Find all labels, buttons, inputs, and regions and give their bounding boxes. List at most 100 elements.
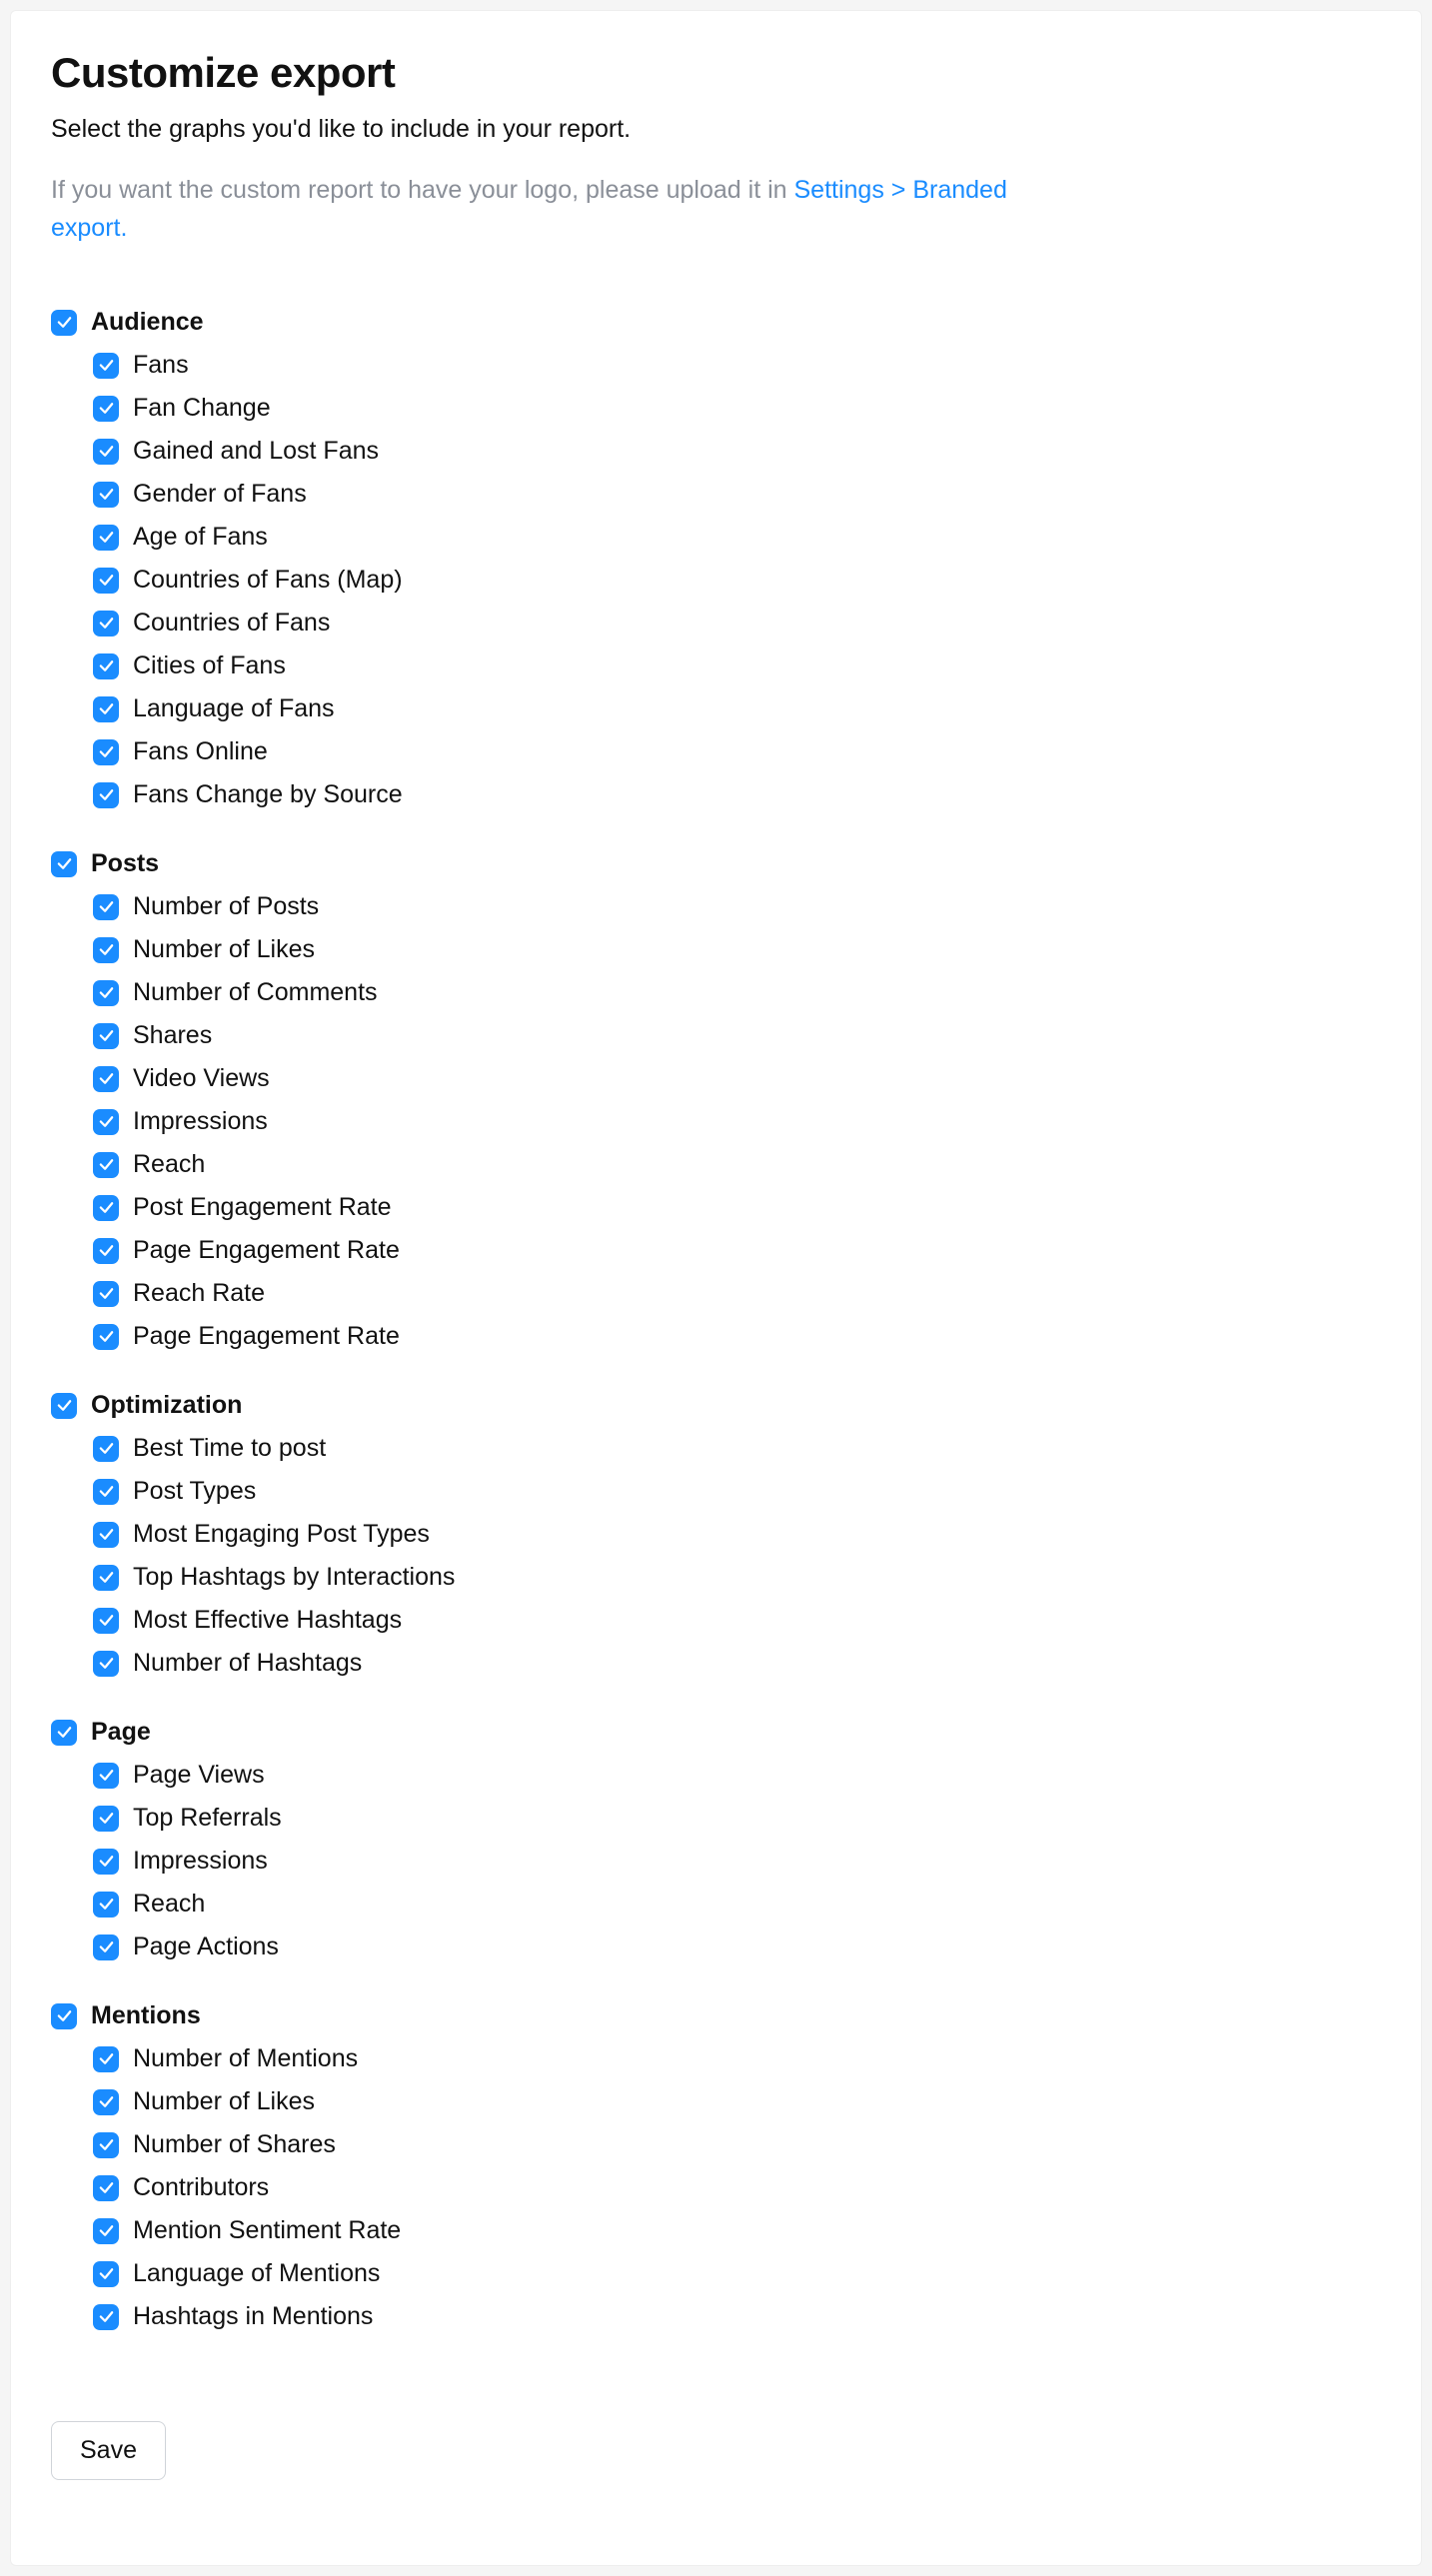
item-checkbox-impressions[interactable] <box>93 1109 119 1135</box>
item-checkbox-mention-sentiment-rate[interactable] <box>93 2218 119 2244</box>
item-label: Number of Likes <box>133 2087 315 2116</box>
item-checkbox-countries-of-fans[interactable] <box>93 611 119 637</box>
item-checkbox-number-of-shares[interactable] <box>93 2132 119 2158</box>
group-title: Mentions <box>91 2001 201 2030</box>
item-label: Most Effective Hashtags <box>133 1606 402 1635</box>
item-label: Page Engagement Rate <box>133 1322 400 1351</box>
save-button[interactable]: Save <box>51 2421 166 2480</box>
check-icon <box>98 2265 115 2282</box>
item-label: Gender of Fans <box>133 480 307 509</box>
group-checkbox-audience[interactable] <box>51 310 77 336</box>
item-checkbox-contributors[interactable] <box>93 2175 119 2201</box>
check-icon <box>98 984 115 1001</box>
item-checkbox-number-of-hashtags[interactable] <box>93 1651 119 1677</box>
item-checkbox-number-of-comments[interactable] <box>93 980 119 1006</box>
item-checkbox-language-of-mentions[interactable] <box>93 2261 119 2287</box>
item-label: Number of Shares <box>133 2130 336 2159</box>
check-icon <box>98 2308 115 2325</box>
item-checkbox-post-engagement-rate[interactable] <box>93 1195 119 1221</box>
item-label: Reach <box>133 1890 205 1919</box>
item-checkbox-top-referrals[interactable] <box>93 1806 119 1832</box>
item-checkbox-fans-online[interactable] <box>93 739 119 765</box>
item-label: Countries of Fans (Map) <box>133 566 403 595</box>
group-checkbox-page[interactable] <box>51 1720 77 1746</box>
group-header: Audience <box>51 308 1381 337</box>
list-item: Reach <box>93 1890 1381 1919</box>
check-icon <box>98 1938 115 1955</box>
group-title: Audience <box>91 308 204 337</box>
item-checkbox-page-views[interactable] <box>93 1763 119 1789</box>
item-checkbox-fans[interactable] <box>93 353 119 379</box>
item-checkbox-reach[interactable] <box>93 1152 119 1178</box>
list-item: Reach <box>93 1150 1381 1179</box>
list-item: Top Hashtags by Interactions <box>93 1563 1381 1592</box>
item-checkbox-age-of-fans[interactable] <box>93 525 119 551</box>
item-checkbox-countries-of-fans-map[interactable] <box>93 568 119 594</box>
item-checkbox-number-of-mentions[interactable] <box>93 2046 119 2072</box>
item-label: Reach <box>133 1150 205 1179</box>
check-icon <box>98 2222 115 2239</box>
check-icon <box>98 1853 115 1870</box>
item-checkbox-best-time-to-post[interactable] <box>93 1436 119 1462</box>
group-checkbox-optimization[interactable] <box>51 1393 77 1419</box>
list-item: Language of Mentions <box>93 2259 1381 2288</box>
list-item: Number of Comments <box>93 978 1381 1007</box>
branding-note: If you want the custom report to have yo… <box>51 171 1070 249</box>
item-label: Mention Sentiment Rate <box>133 2216 401 2245</box>
list-item: Video Views <box>93 1064 1381 1093</box>
item-checkbox-hashtags-in-mentions[interactable] <box>93 2304 119 2330</box>
check-icon <box>98 1526 115 1543</box>
group-header: Page <box>51 1718 1381 1747</box>
item-checkbox-gained-and-lost-fans[interactable] <box>93 439 119 465</box>
check-icon <box>98 786 115 803</box>
item-checkbox-post-types[interactable] <box>93 1479 119 1505</box>
group-posts: PostsNumber of PostsNumber of LikesNumbe… <box>51 849 1381 1351</box>
item-label: Language of Mentions <box>133 2259 380 2288</box>
list-item: Hashtags in Mentions <box>93 2302 1381 2331</box>
item-label: Contributors <box>133 2173 269 2202</box>
check-icon <box>98 615 115 632</box>
list-item: Fans <box>93 351 1381 380</box>
item-checkbox-gender-of-fans[interactable] <box>93 482 119 508</box>
item-label: Hashtags in Mentions <box>133 2302 373 2331</box>
check-icon <box>98 2093 115 2110</box>
check-icon <box>98 400 115 417</box>
item-checkbox-video-views[interactable] <box>93 1066 119 1092</box>
item-label: Page Actions <box>133 1932 279 1961</box>
export-groups: AudienceFansFan ChangeGained and Lost Fa… <box>51 308 1381 2331</box>
group-items: Page ViewsTop ReferralsImpressionsReachP… <box>51 1761 1381 1961</box>
check-icon <box>98 657 115 674</box>
item-checkbox-shares[interactable] <box>93 1023 119 1049</box>
group-checkbox-posts[interactable] <box>51 851 77 877</box>
check-icon <box>98 1767 115 1784</box>
item-label: Top Referrals <box>133 1804 282 1833</box>
item-checkbox-reach[interactable] <box>93 1892 119 1918</box>
list-item: Post Engagement Rate <box>93 1193 1381 1222</box>
item-checkbox-fan-change[interactable] <box>93 396 119 422</box>
item-checkbox-top-hashtags-by-interactions[interactable] <box>93 1565 119 1591</box>
item-label: Countries of Fans <box>133 609 330 638</box>
item-checkbox-most-effective-hashtags[interactable] <box>93 1608 119 1634</box>
check-icon <box>98 1440 115 1457</box>
item-checkbox-impressions[interactable] <box>93 1849 119 1875</box>
item-checkbox-number-of-likes[interactable] <box>93 937 119 963</box>
check-icon <box>98 572 115 589</box>
item-checkbox-page-engagement-rate[interactable] <box>93 1324 119 1350</box>
item-checkbox-number-of-likes[interactable] <box>93 2089 119 2115</box>
check-icon <box>98 357 115 374</box>
item-label: Video Views <box>133 1064 270 1093</box>
item-checkbox-page-engagement-rate[interactable] <box>93 1238 119 1264</box>
check-icon <box>98 1483 115 1500</box>
item-label: Page Engagement Rate <box>133 1236 400 1265</box>
item-checkbox-reach-rate[interactable] <box>93 1281 119 1307</box>
item-checkbox-most-engaging-post-types[interactable] <box>93 1522 119 1548</box>
item-checkbox-number-of-posts[interactable] <box>93 894 119 920</box>
group-checkbox-mentions[interactable] <box>51 2003 77 2029</box>
item-label: Age of Fans <box>133 523 268 552</box>
check-icon <box>98 1896 115 1913</box>
item-checkbox-cities-of-fans[interactable] <box>93 653 119 679</box>
item-checkbox-page-actions[interactable] <box>93 1934 119 1960</box>
check-icon <box>98 1810 115 1827</box>
item-checkbox-fans-change-by-source[interactable] <box>93 782 119 808</box>
item-checkbox-language-of-fans[interactable] <box>93 696 119 722</box>
